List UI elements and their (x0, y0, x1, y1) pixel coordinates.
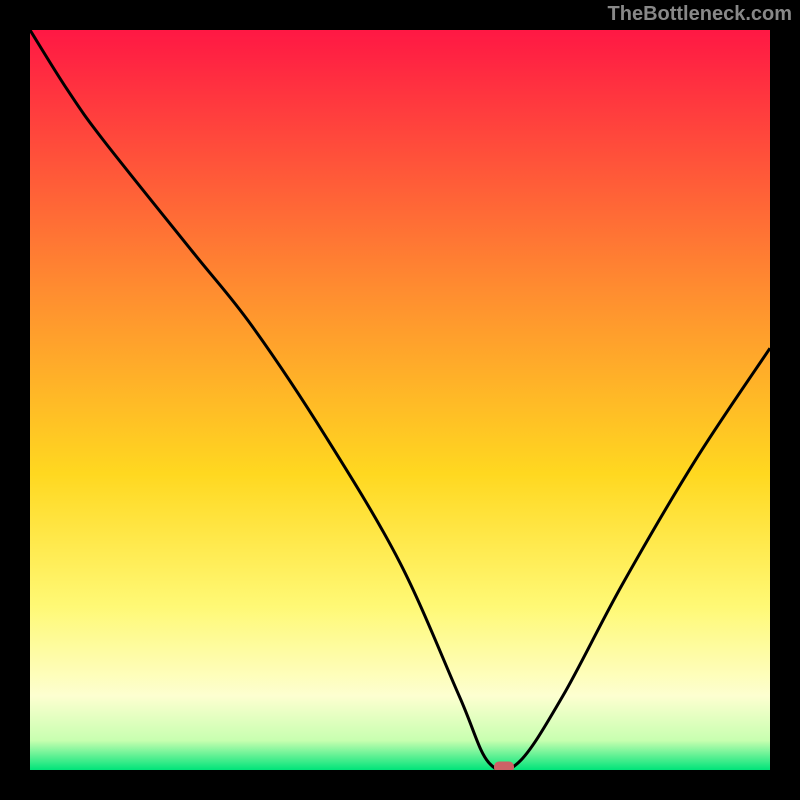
chart-svg (30, 30, 770, 770)
gradient-background (30, 30, 770, 770)
watermark-text: TheBottleneck.com (608, 3, 792, 26)
chart-frame: TheBottleneck.com (0, 0, 800, 800)
focus-marker (494, 762, 514, 771)
plot-area (30, 30, 770, 770)
